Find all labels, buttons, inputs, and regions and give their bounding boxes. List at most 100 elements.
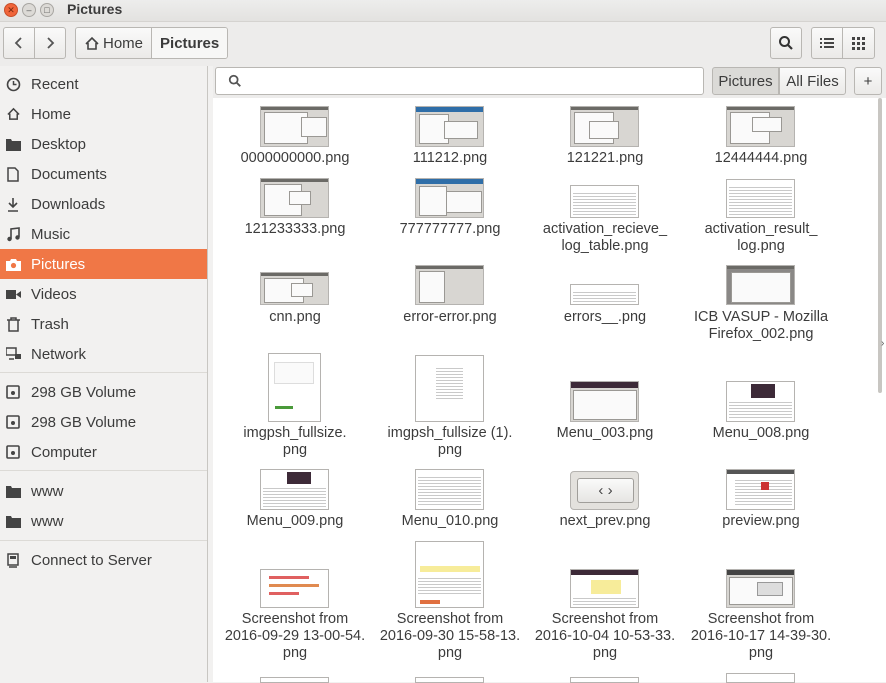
thumbnail[interactable] [570, 569, 639, 608]
sidebar-item-downloads[interactable]: Downloads [0, 189, 207, 219]
filter-all-files-button[interactable]: All Files [779, 67, 846, 95]
sidebar-item-label: Videos [31, 285, 77, 303]
sidebar-item-network[interactable]: Network [0, 339, 207, 369]
thumbnail[interactable] [570, 284, 639, 305]
search-field[interactable] [215, 67, 704, 95]
thumbnail[interactable] [268, 353, 321, 422]
sidebar-item-pictures[interactable]: Pictures [0, 249, 207, 279]
add-filter-button[interactable]: + [854, 67, 882, 95]
sidebar-item-label: 298 GB Volume [31, 413, 137, 431]
thumbnail[interactable] [260, 677, 329, 683]
file-item[interactable]: 121221.png [530, 150, 680, 167]
file-item[interactable]: error-error.png [375, 309, 525, 326]
scroll-arrow-icon: › [881, 338, 885, 349]
file-item[interactable]: Screenshot from 2016-09-30 15-58-13. png [375, 611, 525, 662]
thumbnail[interactable] [415, 106, 484, 147]
sidebar-item-www-2[interactable]: www [0, 506, 207, 536]
sidebar-item-volume-2[interactable]: 298 GB Volume [0, 407, 207, 437]
grid-view-button[interactable] [842, 27, 875, 59]
thumbnail[interactable] [726, 179, 795, 218]
home-icon [85, 36, 99, 50]
file-item[interactable]: Screenshot from 2016-10-04 10-53-33. png [530, 611, 680, 662]
thumbnail[interactable] [415, 541, 484, 608]
thumbnail[interactable] [415, 469, 484, 510]
sidebar-item-desktop[interactable]: Desktop [0, 129, 207, 159]
file-item[interactable]: preview.png [686, 513, 836, 530]
thumbnail[interactable] [260, 106, 329, 147]
file-item[interactable]: cnn.png [220, 309, 370, 326]
back-button[interactable] [3, 27, 35, 59]
file-item[interactable]: imgpsh_fullsize (1). png [375, 425, 525, 459]
file-item[interactable]: Menu_010.png [375, 513, 525, 530]
search-filter-bar: Pictures All Files + [213, 66, 886, 98]
thumbnail[interactable] [726, 265, 795, 305]
file-item[interactable]: activation_recieve_ log_table.png [530, 221, 680, 255]
thumbnail[interactable] [260, 178, 329, 218]
thumbnail[interactable] [570, 677, 639, 683]
file-item[interactable]: 12444444.png [686, 150, 836, 167]
breadcrumb-home[interactable]: Home [76, 28, 153, 58]
sidebar-item-connect-to-server[interactable]: Connect to Server [0, 545, 207, 575]
sidebar-divider [0, 540, 207, 541]
file-item[interactable]: Menu_008.png [686, 425, 836, 442]
breadcrumb-home-label: Home [103, 34, 144, 52]
file-item[interactable]: Screenshot from 2016-09-29 13-00-54. png [220, 611, 370, 662]
close-window-button[interactable]: ✕ [4, 3, 18, 17]
thumbnail[interactable]: ‹ › [570, 471, 639, 510]
sidebar-item-label: Desktop [31, 135, 87, 153]
file-item[interactable]: Screenshot from 2016-10-17 14-39-30. png [686, 611, 836, 662]
title-bar: ✕ – □ Pictures [0, 0, 886, 22]
file-item[interactable]: 111212.png [375, 150, 525, 167]
breadcrumb-pictures[interactable]: Pictures [152, 28, 228, 58]
thumbnail[interactable] [570, 106, 639, 147]
sidebar-item-recent[interactable]: Recent [0, 69, 207, 99]
sidebar-item-trash[interactable]: Trash [0, 309, 207, 339]
sidebar-item-home[interactable]: Home [0, 99, 207, 129]
thumbnail[interactable] [415, 355, 484, 422]
file-item[interactable]: 777777777.png [375, 221, 525, 238]
sidebar-item-documents[interactable]: Documents [0, 159, 207, 189]
file-item[interactable]: Menu_009.png [220, 513, 370, 530]
file-item[interactable]: next_prev.png [530, 513, 680, 530]
thumbnail[interactable] [260, 469, 329, 510]
file-item[interactable]: activation_result_ log.png [686, 221, 836, 255]
thumbnail[interactable] [726, 106, 795, 147]
maximize-window-button[interactable]: □ [40, 3, 54, 17]
sidebar-item-label: Recent [31, 75, 79, 93]
chevron-right-icon [47, 37, 55, 49]
sidebar-item-label: Trash [31, 315, 69, 333]
minimize-window-button[interactable]: – [22, 3, 36, 17]
list-icon [820, 38, 834, 48]
thumbnail[interactable] [726, 569, 795, 608]
file-item[interactable]: 121233333.png [220, 221, 370, 238]
file-item[interactable]: ICB VASUP - Mozilla Firefox_002.png [686, 309, 836, 343]
filter-pictures-button[interactable]: Pictures [712, 67, 779, 95]
file-item[interactable]: imgpsh_fullsize. png [220, 425, 370, 459]
search-input[interactable] [252, 72, 692, 90]
sidebar-item-music[interactable]: Music [0, 219, 207, 249]
sidebar-item-computer[interactable]: Computer [0, 437, 207, 467]
sidebar-item-videos[interactable]: Videos [0, 279, 207, 309]
thumbnail[interactable] [415, 265, 484, 305]
thumbnail[interactable] [260, 272, 329, 305]
thumbnail[interactable] [415, 677, 484, 683]
clock-icon [5, 76, 21, 92]
thumbnail[interactable] [726, 381, 795, 422]
thumbnail[interactable] [726, 469, 795, 510]
music-icon [5, 226, 21, 242]
thumbnail[interactable] [570, 381, 639, 422]
file-item[interactable]: 0000000000.png [220, 150, 370, 167]
file-item[interactable]: Menu_003.png [530, 425, 680, 442]
list-view-button[interactable] [811, 27, 843, 59]
thumbnail[interactable] [570, 185, 639, 218]
search-button[interactable] [770, 27, 802, 59]
thumbnail[interactable] [415, 178, 484, 218]
sidebar-item-www-1[interactable]: www [0, 476, 207, 506]
thumbnail[interactable] [260, 569, 329, 608]
sidebar-item-volume-1[interactable]: 298 GB Volume [0, 377, 207, 407]
forward-button[interactable] [34, 27, 66, 59]
sidebar-divider [207, 66, 208, 682]
camera-icon [5, 256, 21, 272]
folder-icon [5, 483, 21, 499]
file-item[interactable]: errors__.png [530, 309, 680, 326]
